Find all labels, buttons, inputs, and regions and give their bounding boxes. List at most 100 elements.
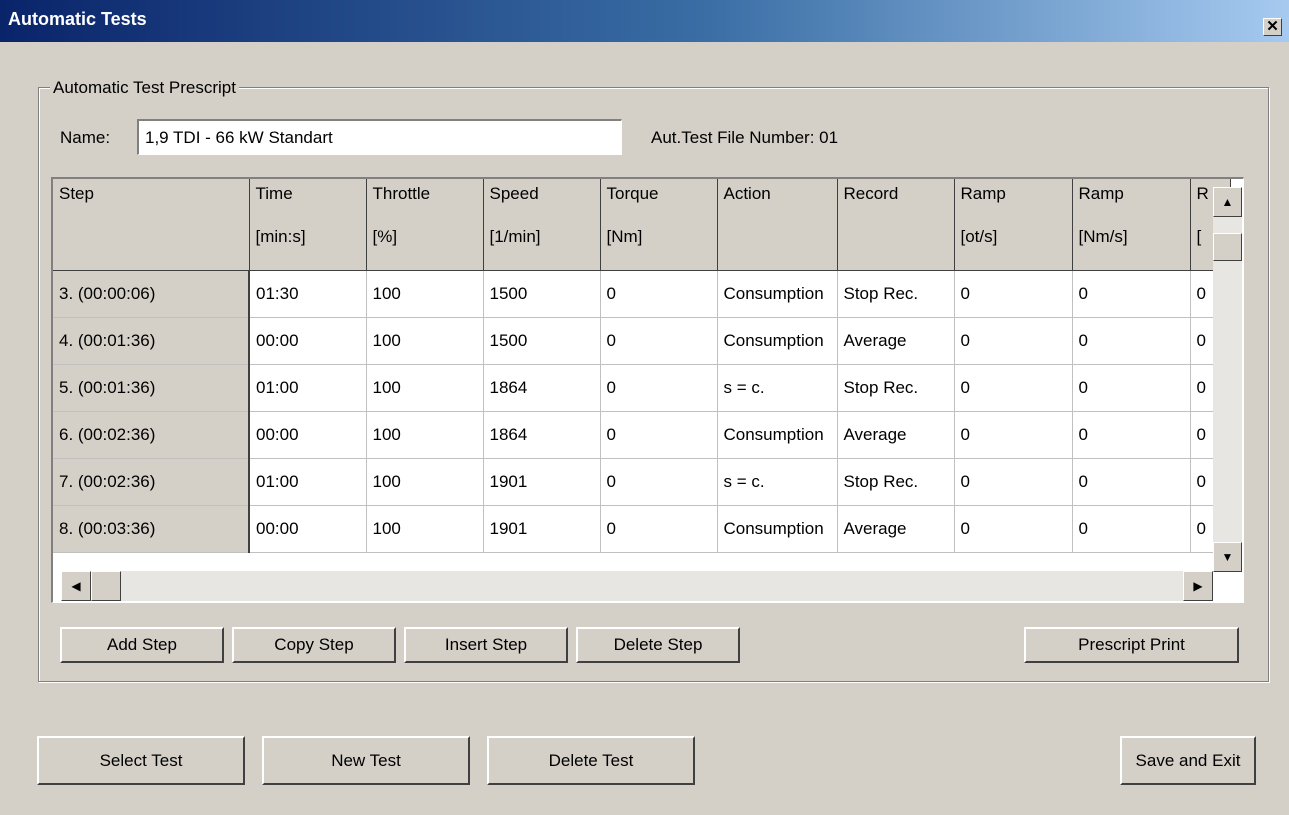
grid-cell[interactable]: 1500 [483,317,601,365]
scroll-up-button[interactable]: ▲ [1213,187,1242,217]
table-row[interactable]: 5. (00:01:36) 01:00 100 1864 0 s = c. Stop Rec… [53,364,1231,412]
grid-cell[interactable]: 0 [1072,317,1191,365]
grid-cell[interactable]: 0 [1072,458,1191,506]
grid-cell[interactable]: 100 [366,364,484,412]
grid-cell[interactable]: 1901 [483,458,601,506]
new-test-button[interactable]: New Test [262,736,470,785]
table-row[interactable]: 7. (00:02:36) 01:00 100 1901 0 s = c. Stop Rec… [53,458,1231,506]
grid-cell[interactable]: 0 [954,270,1073,318]
grid-cell[interactable]: 01:30 [249,270,367,318]
grid-cell[interactable]: 1864 [483,364,601,412]
grid-cell[interactable]: 0 [954,364,1073,412]
grid-cell[interactable]: 0 [954,411,1073,459]
grid-cell[interactable]: Consumption [717,411,838,459]
header-cell: [1/min] [483,217,601,271]
header-cell: [%] [366,217,484,271]
grid-cell[interactable]: 01:00 [249,458,367,506]
close-button[interactable]: ✕ [1263,18,1282,36]
grid-cell[interactable]: 0 [600,317,718,365]
header-row: Step Time Throttle Speed Torque Action Record R… [53,179,1231,217]
grid-cell[interactable]: 4. (00:01:36) [53,317,250,365]
grid-cell[interactable]: Average [837,317,955,365]
header-cell: [Nm/s] [1072,217,1191,271]
grid-cell[interactable]: Stop Rec. [837,270,955,318]
grid-cell[interactable]: 6. (00:02:36) [53,411,250,459]
header-cell: Torque [600,179,718,217]
header-cell: Action [717,179,838,217]
grid-cell[interactable]: 100 [366,317,484,365]
grid-cell[interactable]: 8. (00:03:36) [53,505,250,553]
copy-step-button[interactable]: Copy Step [232,627,396,663]
grid-cell[interactable]: 100 [366,458,484,506]
grid-cell[interactable]: Stop Rec. [837,458,955,506]
select-test-button[interactable]: Select Test [37,736,245,785]
grid-cell[interactable]: Average [837,505,955,553]
horizontal-scroll-thumb[interactable] [91,571,121,601]
grid-cell[interactable]: 0 [1072,364,1191,412]
units-row: [min:s] [%] [1/min] [Nm] [ot/s] [Nm/s][ [53,217,1231,271]
grid-cell[interactable]: 00:00 [249,505,367,553]
header-cell: [min:s] [249,217,367,271]
grid-cell[interactable]: 100 [366,411,484,459]
scroll-right-button[interactable]: ▶ [1183,571,1213,601]
grid-cell[interactable]: Stop Rec. [837,364,955,412]
grid-cell[interactable]: 100 [366,505,484,553]
grid-cell[interactable]: 0 [600,505,718,553]
grid-cell[interactable]: 01:00 [249,364,367,412]
grid-cell[interactable]: 100 [366,270,484,318]
header-cell: Speed [483,179,601,217]
scroll-left-button[interactable]: ◀ [61,571,91,601]
grid-cell[interactable]: 0 [954,317,1073,365]
delete-step-button[interactable]: Delete Step [576,627,740,663]
grid-cell[interactable]: Average [837,411,955,459]
header-cell: [Nm] [600,217,718,271]
insert-step-button[interactable]: Insert Step [404,627,568,663]
table-row[interactable]: 4. (00:01:36) 00:00 100 1500 0 Consumption Ave… [53,317,1231,365]
header-cell: Ramp [1072,179,1191,217]
table-row[interactable]: 6. (00:02:36) 00:00 100 1864 0 Consumption Ave… [53,411,1231,459]
horizontal-scrollbar[interactable]: ◀ ▶ [61,571,1213,601]
grid-cell[interactable]: 0 [600,364,718,412]
vertical-scrollbar[interactable]: ▲ ▼ [1213,187,1242,572]
grid-cell[interactable]: 0 [954,505,1073,553]
grid-cell[interactable]: 1864 [483,411,601,459]
grid-cell[interactable]: 00:00 [249,411,367,459]
header-cell: Throttle [366,179,484,217]
grid-cell[interactable]: s = c. [717,458,838,506]
grid-cell[interactable]: 3. (00:00:06) [53,270,250,318]
grid-cell[interactable]: 1901 [483,505,601,553]
grid-cell[interactable]: 1500 [483,270,601,318]
grid-cell[interactable]: 7. (00:02:36) [53,458,250,506]
title-bar: Automatic Tests ✕ [0,0,1289,42]
grid-cell[interactable]: 0 [600,458,718,506]
grid-cell[interactable]: 5. (00:01:36) [53,364,250,412]
header-cell: Step [53,179,250,217]
grid-cell[interactable]: 0 [600,270,718,318]
grid-cell[interactable]: 0 [1072,411,1191,459]
steps-grid[interactable]: Step Time Throttle Speed Torque Action Record R… [51,177,1244,603]
grid-cell[interactable]: 0 [1072,270,1191,318]
table-row[interactable]: 8. (00:03:36) 00:00 100 1901 0 Consumption Ave… [53,505,1231,553]
name-input[interactable] [137,119,622,155]
grid-cell[interactable]: 0 [954,458,1073,506]
grid-cell[interactable]: Consumption [717,270,838,318]
grid-cell[interactable]: 0 [600,411,718,459]
header-cell: Record [837,179,955,217]
delete-test-button[interactable]: Delete Test [487,736,695,785]
name-label: Name: [60,128,111,147]
save-and-exit-button[interactable]: Save and Exit [1120,736,1256,785]
prescript-group-title: Automatic Test Prescript [50,78,239,98]
grid-cell[interactable]: 0 [1072,505,1191,553]
add-step-button[interactable]: Add Step [60,627,224,663]
window-title: Automatic Tests [8,9,147,29]
triangle-up-icon: ▲ [1221,195,1234,209]
vertical-scroll-thumb[interactable] [1213,233,1242,261]
triangle-right-icon: ▶ [1193,579,1203,593]
grid-cell[interactable]: Consumption [717,317,838,365]
grid-cell[interactable]: Consumption [717,505,838,553]
table-row[interactable]: 3. (00:00:06) 01:30 100 1500 0 Consumption Sto… [53,270,1231,318]
scroll-down-button[interactable]: ▼ [1213,542,1242,572]
grid-cell[interactable]: s = c. [717,364,838,412]
prescript-print-button[interactable]: Prescript Print [1024,627,1239,663]
grid-cell[interactable]: 00:00 [249,317,367,365]
